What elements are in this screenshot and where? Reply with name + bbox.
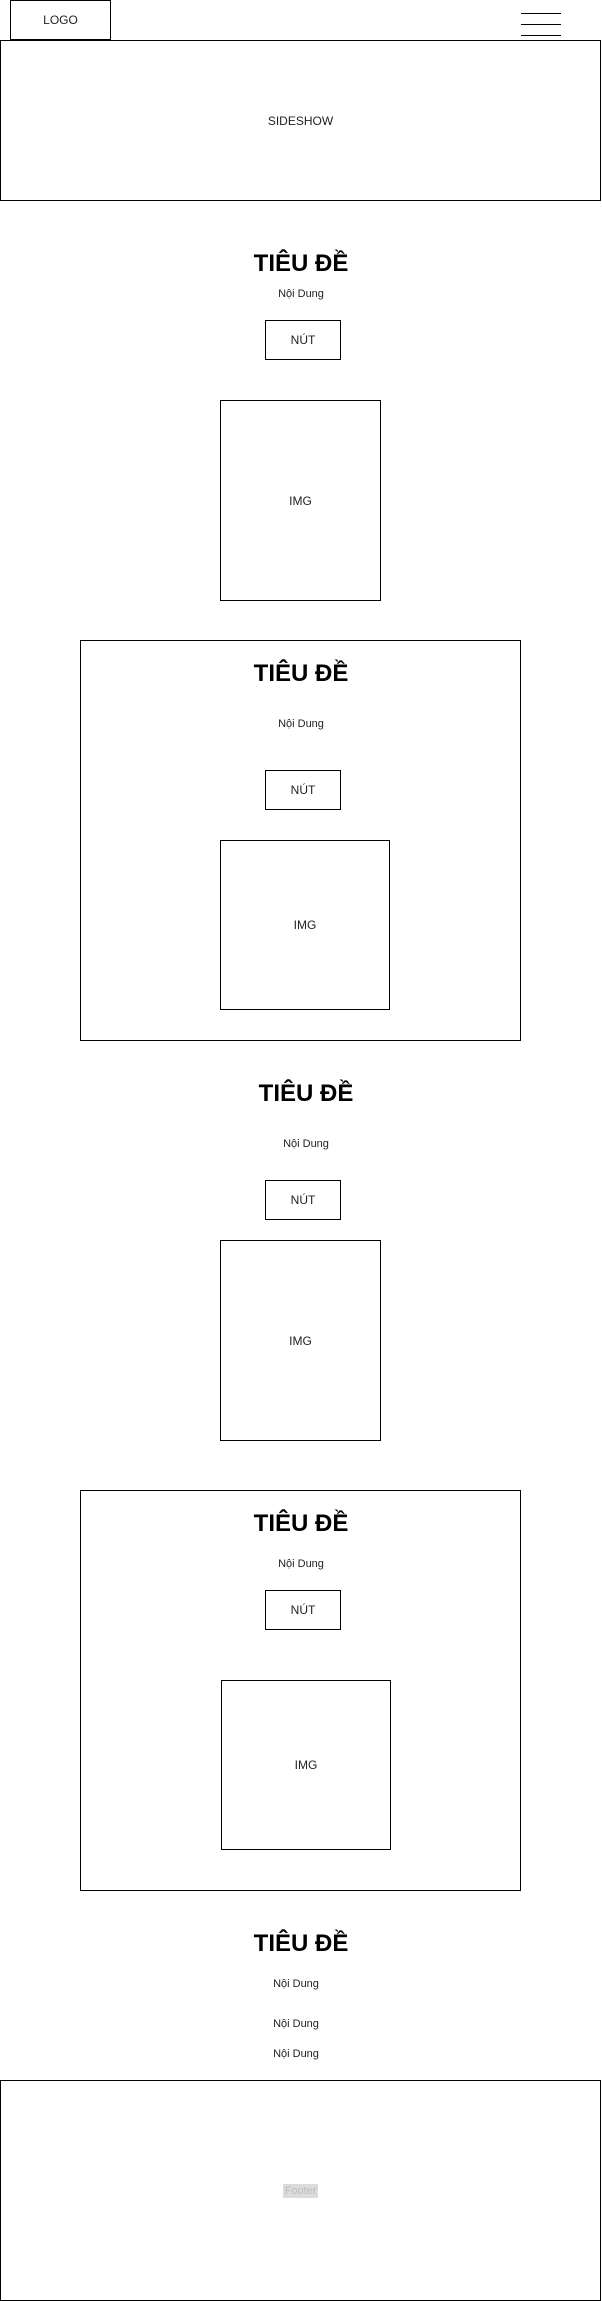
section-5-title: TIÊU ĐỀ <box>253 1930 349 1957</box>
section-2-image: IMG <box>220 840 390 1010</box>
section-1-content: Nội Dung <box>278 288 324 300</box>
section-2-title: TIÊU ĐỀ <box>253 660 349 687</box>
section-4-title: TIÊU ĐỀ <box>253 1510 349 1537</box>
section-1-button[interactable]: NÚT <box>265 320 341 360</box>
section-3-button[interactable]: NÚT <box>265 1180 341 1220</box>
section-1-title: TIÊU ĐỀ <box>253 250 349 277</box>
logo-label: LOGO <box>43 13 78 27</box>
section-5-line-3: Nội Dung <box>273 2048 319 2060</box>
section-4-image: IMG <box>221 1680 391 1850</box>
section-3-content: Nội Dung <box>283 1138 329 1150</box>
hamburger-menu-icon[interactable] <box>521 13 561 37</box>
footer: Footer <box>0 2080 601 2301</box>
section-4-button[interactable]: NÚT <box>265 1590 341 1630</box>
section-2-button[interactable]: NÚT <box>265 770 341 810</box>
footer-label: Footer <box>282 2183 319 2198</box>
section-3-image: IMG <box>220 1240 381 1441</box>
section-1-image: IMG <box>220 400 381 601</box>
slideshow[interactable]: SIDESHOW <box>0 40 601 201</box>
section-5-line-2: Nội Dung <box>273 2018 319 2030</box>
logo[interactable]: LOGO <box>10 0 111 40</box>
section-2-content: Nội Dung <box>278 718 324 730</box>
section-3-title: TIÊU ĐỀ <box>258 1080 354 1107</box>
section-4-content: Nội Dung <box>278 1558 324 1570</box>
slideshow-label: SIDESHOW <box>267 113 334 128</box>
section-5-line-1: Nội Dung <box>273 1978 319 1990</box>
